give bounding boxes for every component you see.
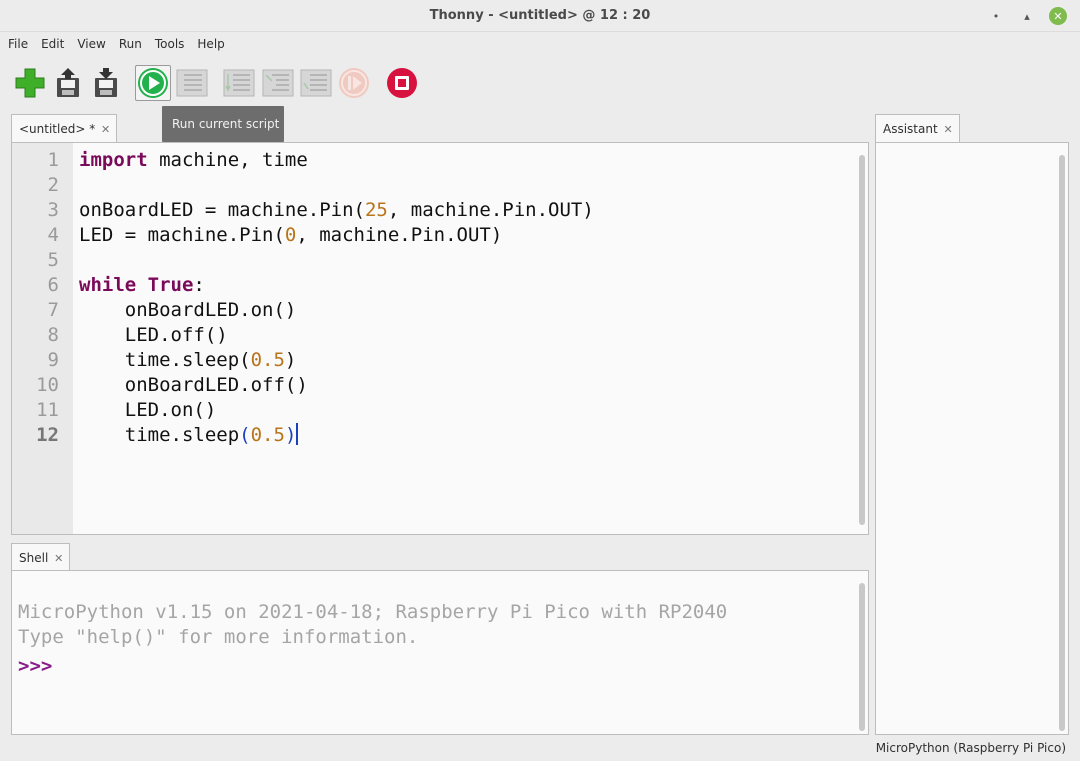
tab-untitled-label: <untitled> * — [19, 122, 96, 136]
save-file-button[interactable] — [88, 65, 124, 101]
code-line[interactable]: import machine, time — [79, 148, 308, 173]
line-number-current: 12 — [36, 424, 59, 446]
shell-prompt[interactable]: >>> — [18, 654, 52, 679]
tab-untitled[interactable]: <untitled> * ✕ — [11, 114, 118, 142]
menu-run[interactable]: Run — [111, 34, 147, 56]
tab-assistant[interactable]: Assistant ✕ — [875, 114, 960, 142]
close-button[interactable]: ✕ — [1049, 7, 1067, 25]
interpreter-status[interactable]: MicroPython (Raspberry Pi Pico) — [876, 741, 1066, 755]
resume-icon — [339, 68, 369, 98]
title-bar: Thonny - <untitled> @ 12 : 20 • ▴ ✕ — [0, 0, 1080, 32]
code-editor[interactable]: 1 2 3 4 5 6 7 8 9 10 11 12 import machin… — [11, 142, 869, 535]
text-cursor — [296, 423, 299, 445]
menu-view[interactable]: View — [69, 34, 110, 56]
line-number: 6 — [47, 274, 59, 296]
resume-button[interactable] — [336, 65, 372, 101]
load-icon — [57, 68, 79, 97]
shell-scrollbar[interactable] — [859, 583, 865, 731]
debug-button[interactable] — [174, 65, 210, 101]
tab-close-icon[interactable]: ✕ — [54, 552, 63, 565]
new-file-button[interactable] — [12, 65, 48, 101]
minimize-button[interactable]: • — [987, 7, 1005, 25]
line-number: 5 — [47, 249, 59, 271]
code-line[interactable]: LED.off() — [79, 323, 228, 348]
window-title: Thonny - <untitled> @ 12 : 20 — [429, 8, 651, 23]
step-out-button[interactable] — [298, 65, 334, 101]
editor-scrollbar[interactable] — [859, 155, 865, 525]
debug-icon — [176, 69, 208, 97]
stop-button[interactable] — [384, 65, 420, 101]
line-number: 9 — [47, 349, 59, 371]
menu-tools[interactable]: Tools — [147, 34, 190, 56]
step-over-icon — [223, 69, 255, 97]
line-number: 10 — [36, 374, 59, 396]
tab-assistant-label: Assistant — [883, 122, 938, 136]
maximize-button[interactable]: ▴ — [1018, 7, 1036, 25]
code-line[interactable]: LED.on() — [79, 398, 217, 423]
menu-help[interactable]: Help — [189, 34, 229, 56]
stop-icon — [387, 68, 417, 98]
line-number: 1 — [47, 149, 59, 171]
menu-file[interactable]: File — [0, 34, 33, 56]
code-line[interactable]: while True: — [79, 273, 205, 298]
step-into-button[interactable] — [260, 65, 296, 101]
line-number: 3 — [47, 199, 59, 221]
assistant-panel — [875, 142, 1069, 735]
load-file-button[interactable] — [50, 65, 86, 101]
run-button[interactable] — [135, 65, 171, 101]
line-number: 8 — [47, 324, 59, 346]
line-number: 7 — [47, 299, 59, 321]
step-out-icon — [300, 69, 332, 97]
code-line[interactable]: onBoardLED.on() — [79, 298, 297, 323]
plus-icon — [15, 68, 45, 98]
tab-close-icon[interactable]: ✕ — [944, 123, 953, 136]
line-number: 11 — [36, 399, 59, 421]
line-number: 4 — [47, 224, 59, 246]
shell-banner: MicroPython v1.15 on 2021-04-18; Raspber… — [18, 601, 728, 623]
code-line[interactable]: onBoardLED.off() — [79, 373, 308, 398]
code-line[interactable]: LED = machine.Pin(0, machine.Pin.OUT) — [79, 223, 502, 248]
shell-help-hint: Type "help()" for more information. — [18, 626, 419, 648]
shell-panel[interactable]: MicroPython v1.15 on 2021-04-18; Raspber… — [11, 570, 869, 735]
menu-edit[interactable]: Edit — [33, 34, 69, 56]
tab-shell[interactable]: Shell ✕ — [11, 543, 71, 571]
assistant-scrollbar[interactable] — [1059, 155, 1065, 731]
menu-bar: File Edit View Run Tools Help — [0, 34, 230, 56]
code-line[interactable]: onBoardLED = machine.Pin(25, machine.Pin… — [79, 198, 594, 223]
code-line[interactable]: time.sleep(0.5) — [79, 348, 297, 373]
line-number-gutter: 1 2 3 4 5 6 7 8 9 10 11 12 — [12, 143, 73, 534]
code-line-current[interactable]: time.sleep(0.5) — [79, 423, 299, 448]
save-icon — [95, 68, 117, 97]
tab-shell-label: Shell — [19, 551, 49, 565]
tab-close-icon[interactable]: ✕ — [101, 123, 110, 136]
step-into-icon — [262, 69, 294, 97]
line-number: 2 — [47, 174, 59, 196]
run-tooltip: Run current script — [162, 106, 284, 142]
step-over-button[interactable] — [221, 65, 257, 101]
play-icon — [138, 68, 168, 98]
